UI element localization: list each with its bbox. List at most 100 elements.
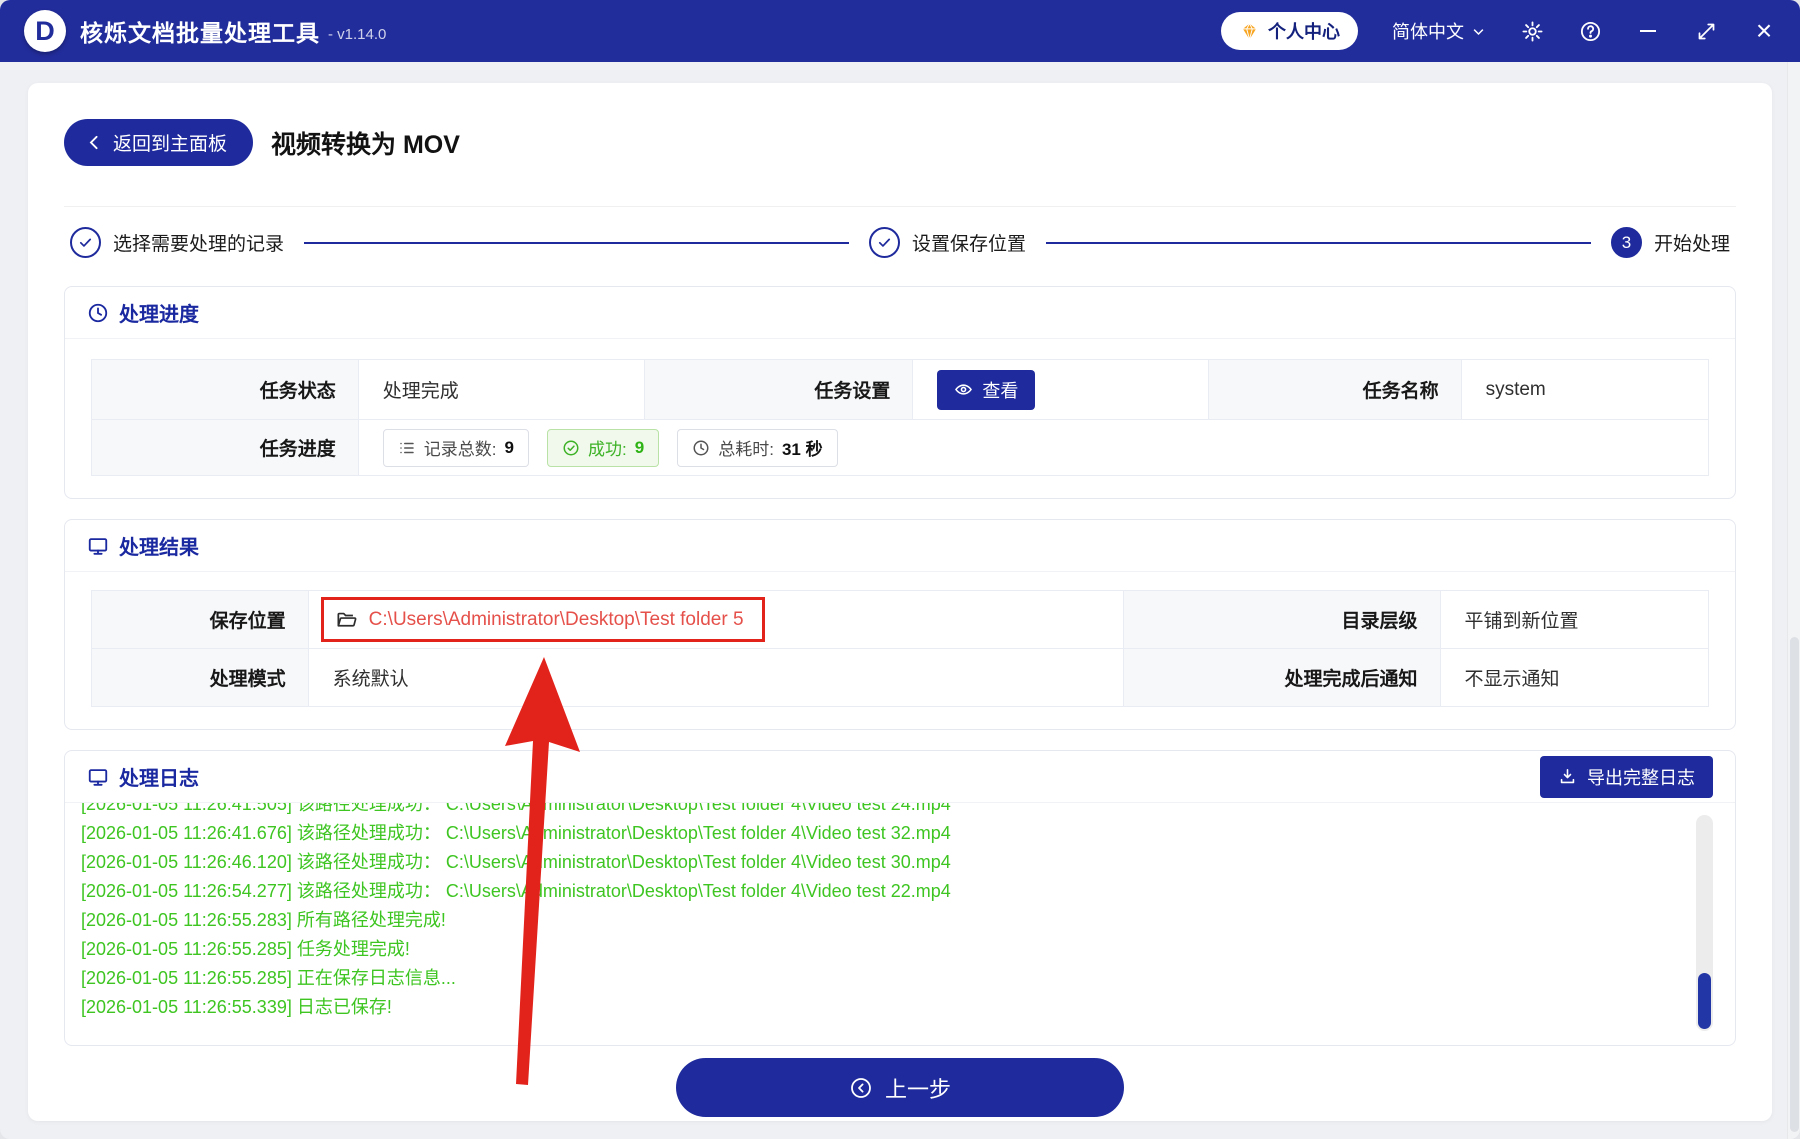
save-location-value[interactable]: C:\Users\Administrator\Desktop\Test fold… <box>369 609 744 631</box>
progress-section-title: 处理进度 <box>119 304 199 326</box>
folder-icon <box>337 612 357 627</box>
log-section: 处理日志 导出完整日志 [2026-01-05 11:26:41.505] 该路… <box>64 750 1736 1046</box>
log-line: [2026-01-05 11:26:41.505] 该路径处理成功： C:\Us… <box>81 803 951 814</box>
log-lines: [2026-01-05 11:26:41.505] 该路径处理成功： C:\Us… <box>81 803 1675 1022</box>
task-name-label: 任务名称 <box>1209 360 1462 420</box>
user-center-label: 个人中心 <box>1268 22 1340 42</box>
close-button[interactable] <box>1752 19 1776 43</box>
step-number: 3 <box>1621 232 1632 252</box>
export-log-label: 导出完整日志 <box>1587 767 1695 788</box>
badge-success: 成功: 9 <box>547 428 660 467</box>
badge-total-records: 记录总数: 9 <box>382 428 529 467</box>
dir-level-value: 平铺到新位置 <box>1440 591 1709 649</box>
step-check-icon <box>70 227 101 258</box>
badge-label: 记录总数: <box>423 440 497 459</box>
check-circle-icon <box>563 440 579 455</box>
log-line: [2026-01-05 11:26:55.283] 所有路径处理完成! <box>81 910 446 930</box>
titlebar: D 核烁文档批量处理工具 - v1.14.0 个人中心 简体中文 <box>0 0 1800 62</box>
list-icon <box>400 442 414 453</box>
user-center-button[interactable]: 个人中心 <box>1221 12 1358 50</box>
window-scrollbar[interactable] <box>1787 62 1800 1139</box>
step-item-2: 设置保存位置 <box>869 227 1026 258</box>
help-icon[interactable] <box>1578 19 1602 43</box>
back-button[interactable]: 返回到主面板 <box>64 119 254 166</box>
page-title: 视频转换为 MOV <box>271 130 460 159</box>
step-connector <box>304 241 849 244</box>
badge-label: 成功: <box>588 440 627 459</box>
red-annotation-box: C:\Users\Administrator\Desktop\Test fold… <box>320 597 765 642</box>
back-button-label: 返回到主面板 <box>113 134 228 155</box>
process-mode-label: 处理模式 <box>92 649 309 707</box>
step-check-icon <box>869 227 900 258</box>
progress-section-header: 处理进度 <box>65 287 1735 339</box>
window-scrollbar-thumb[interactable] <box>1790 637 1799 1132</box>
log-line: [2026-01-05 11:26:55.285] 任务处理完成! <box>81 939 410 959</box>
result-section-header: 处理结果 <box>65 520 1735 572</box>
log-line: [2026-01-05 11:26:41.676] 该路径处理成功： C:\Us… <box>81 823 951 843</box>
log-line: [2026-01-05 11:26:54.277] 该路径处理成功： C:\Us… <box>81 881 951 901</box>
view-icon <box>955 384 973 395</box>
notify-label: 处理完成后通知 <box>1123 649 1441 707</box>
progress-table: 任务状态 处理完成 任务设置 查看 任务名称 system 任务进度 记录总数:… <box>91 359 1709 476</box>
prev-step-label: 上一步 <box>884 1076 951 1102</box>
chevron-down-icon <box>1473 28 1484 35</box>
step-item-3: 3 开始处理 <box>1611 227 1730 258</box>
badge-label: 总耗时: <box>718 440 774 459</box>
monitor-icon <box>88 537 108 555</box>
monitor-icon <box>88 768 108 786</box>
dir-level-label: 目录层级 <box>1123 591 1441 649</box>
badge-elapsed-time: 总耗时: 31 秒 <box>677 428 838 467</box>
page-body: 返回到主面板 视频转换为 MOV 选择需要处理的记录 设置保存位置 3 开始处理… <box>0 62 1800 1139</box>
chevron-left-icon <box>89 135 98 150</box>
app-version: - v1.14.0 <box>328 25 387 43</box>
settings-gear-icon[interactable] <box>1520 19 1544 43</box>
log-line: [2026-01-05 11:26:55.339] 日志已保存! <box>81 997 392 1017</box>
minimize-button[interactable] <box>1636 19 1660 43</box>
save-location-label: 保存位置 <box>92 591 309 649</box>
header-row: 返回到主面板 视频转换为 MOV <box>64 119 1736 166</box>
clock-icon <box>88 303 108 322</box>
step-label: 设置保存位置 <box>912 234 1027 255</box>
prev-step-button[interactable]: 上一步 <box>676 1058 1124 1117</box>
badge-value: 9 <box>504 437 514 457</box>
clock-icon <box>693 440 709 455</box>
step-indicator: 选择需要处理的记录 设置保存位置 3 开始处理 <box>64 206 1736 280</box>
notify-value: 不显示通知 <box>1440 649 1709 707</box>
task-settings-label: 任务设置 <box>645 360 914 420</box>
process-mode-value: 系统默认 <box>308 649 1124 707</box>
result-section-title: 处理结果 <box>119 537 199 559</box>
app-logo: D <box>24 10 66 52</box>
step-label: 选择需要处理的记录 <box>113 234 285 255</box>
task-settings-cell: 查看 <box>913 360 1210 420</box>
log-scrollbar-thumb[interactable] <box>1698 973 1711 1029</box>
download-icon <box>1560 768 1575 784</box>
progress-section: 处理进度 任务状态 处理完成 任务设置 查看 任务名称 system 任务进度 … <box>64 286 1736 499</box>
app-title: 核烁文档批量处理工具 <box>80 20 320 46</box>
circle-arrow-left-icon <box>851 1077 871 1098</box>
step-number-badge: 3 <box>1611 227 1642 258</box>
badge-value: 9 <box>634 437 645 457</box>
view-button[interactable]: 查看 <box>937 369 1036 410</box>
log-section-title: 处理日志 <box>119 768 199 790</box>
maximize-button[interactable] <box>1694 19 1718 43</box>
log-area[interactable]: [2026-01-05 11:26:41.505] 该路径处理成功： C:\Us… <box>65 803 1735 1045</box>
view-button-label: 查看 <box>982 380 1019 401</box>
step-item-1: 选择需要处理的记录 <box>70 227 284 258</box>
log-line: [2026-01-05 11:26:55.285] 正在保存日志信息... <box>81 968 456 988</box>
badge-value: 31 秒 <box>781 440 823 459</box>
task-progress-badges: 记录总数: 9 成功: 9 总耗时: 31 秒 <box>358 420 1709 476</box>
language-selector[interactable]: 简体中文 <box>1392 18 1486 44</box>
log-section-header: 处理日志 导出完整日志 <box>65 751 1735 803</box>
save-location-cell: C:\Users\Administrator\Desktop\Test fold… <box>308 591 1124 649</box>
log-line: [2026-01-05 11:26:46.120] 该路径处理成功： C:\Us… <box>81 852 951 872</box>
main-card: 返回到主面板 视频转换为 MOV 选择需要处理的记录 设置保存位置 3 开始处理… <box>28 83 1772 1121</box>
task-status-value: 处理完成 <box>358 360 645 420</box>
result-section: 处理结果 保存位置 C:\Users\Administrator\Desktop… <box>64 519 1736 730</box>
log-scrollbar[interactable] <box>1696 815 1713 1031</box>
export-log-button[interactable]: 导出完整日志 <box>1540 755 1713 798</box>
app-window: D 核烁文档批量处理工具 - v1.14.0 个人中心 简体中文 × 返回到主面… <box>0 0 1800 1139</box>
vip-gem-icon <box>1242 22 1257 41</box>
footer: 上一步 <box>64 1058 1736 1117</box>
task-progress-label: 任务进度 <box>92 420 359 476</box>
result-table: 保存位置 C:\Users\Administrator\Desktop\Test… <box>91 590 1709 707</box>
